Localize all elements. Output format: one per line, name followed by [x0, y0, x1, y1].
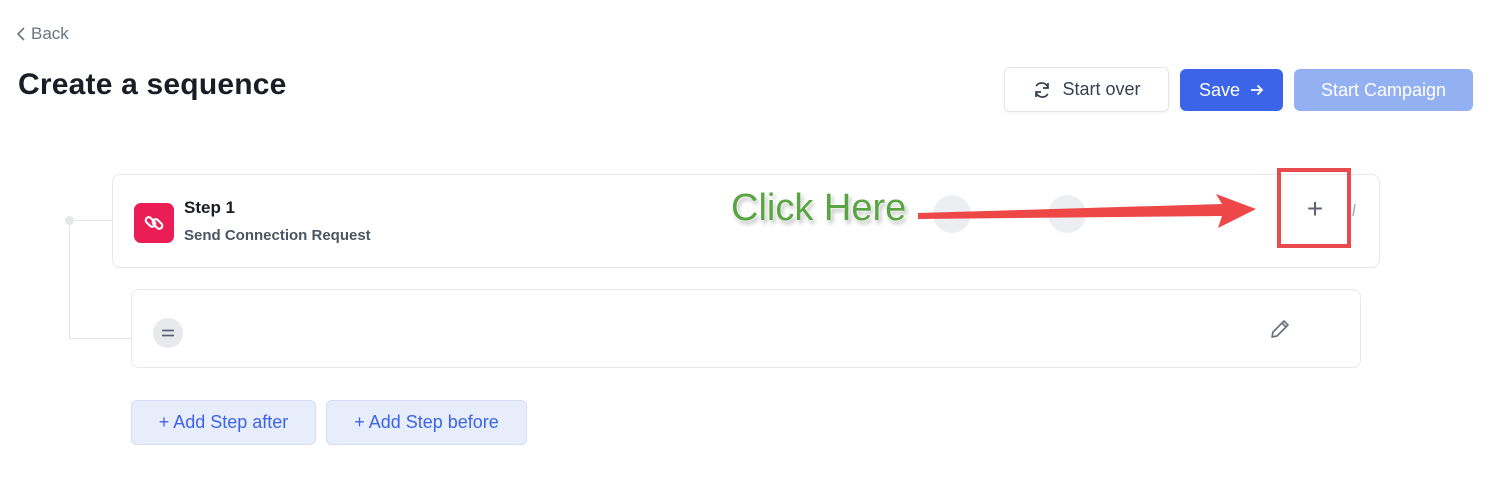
save-button[interactable]: Save — [1180, 69, 1283, 111]
back-label: Back — [31, 24, 69, 43]
chevron-left-icon — [16, 27, 25, 41]
link-icon — [134, 203, 174, 243]
page-title: Create a sequence — [18, 68, 287, 101]
message-card[interactable] — [131, 289, 1361, 368]
back-link[interactable]: Back — [15, 24, 69, 44]
drag-handle-icon[interactable] — [153, 318, 183, 348]
delay-hours-stepper[interactable] — [1048, 195, 1086, 233]
sequence-connector-branch — [69, 338, 132, 339]
sequence-connector-branch — [69, 220, 113, 221]
save-label: Save — [1198, 79, 1241, 100]
delay-days-stepper[interactable] — [933, 195, 971, 233]
refresh-icon — [1035, 81, 1050, 98]
sequence-connector — [69, 220, 70, 338]
start-over-button[interactable]: Start over — [1004, 67, 1169, 112]
step-action-label: Send Connection Request — [184, 227, 371, 244]
pencil-icon[interactable] — [1268, 317, 1292, 341]
annotation-callout: Click Here — [731, 187, 907, 229]
add-step-before-label: + Add Step before — [354, 412, 499, 432]
add-step-after-label: + Add Step after — [158, 412, 289, 432]
add-step-after-button[interactable]: + Add Step after — [131, 400, 316, 445]
start-campaign-button[interactable]: Start Campaign — [1294, 69, 1473, 111]
arrow-right-icon — [1251, 84, 1264, 96]
start-over-label: Start over — [1062, 79, 1141, 99]
start-campaign-label: Start Campaign — [1320, 79, 1447, 100]
step-title: Step 1 — [184, 198, 236, 217]
sequence-node-dot — [65, 216, 74, 225]
add-step-before-button[interactable]: + Add Step before — [326, 400, 527, 445]
highlight-box — [1277, 168, 1351, 248]
